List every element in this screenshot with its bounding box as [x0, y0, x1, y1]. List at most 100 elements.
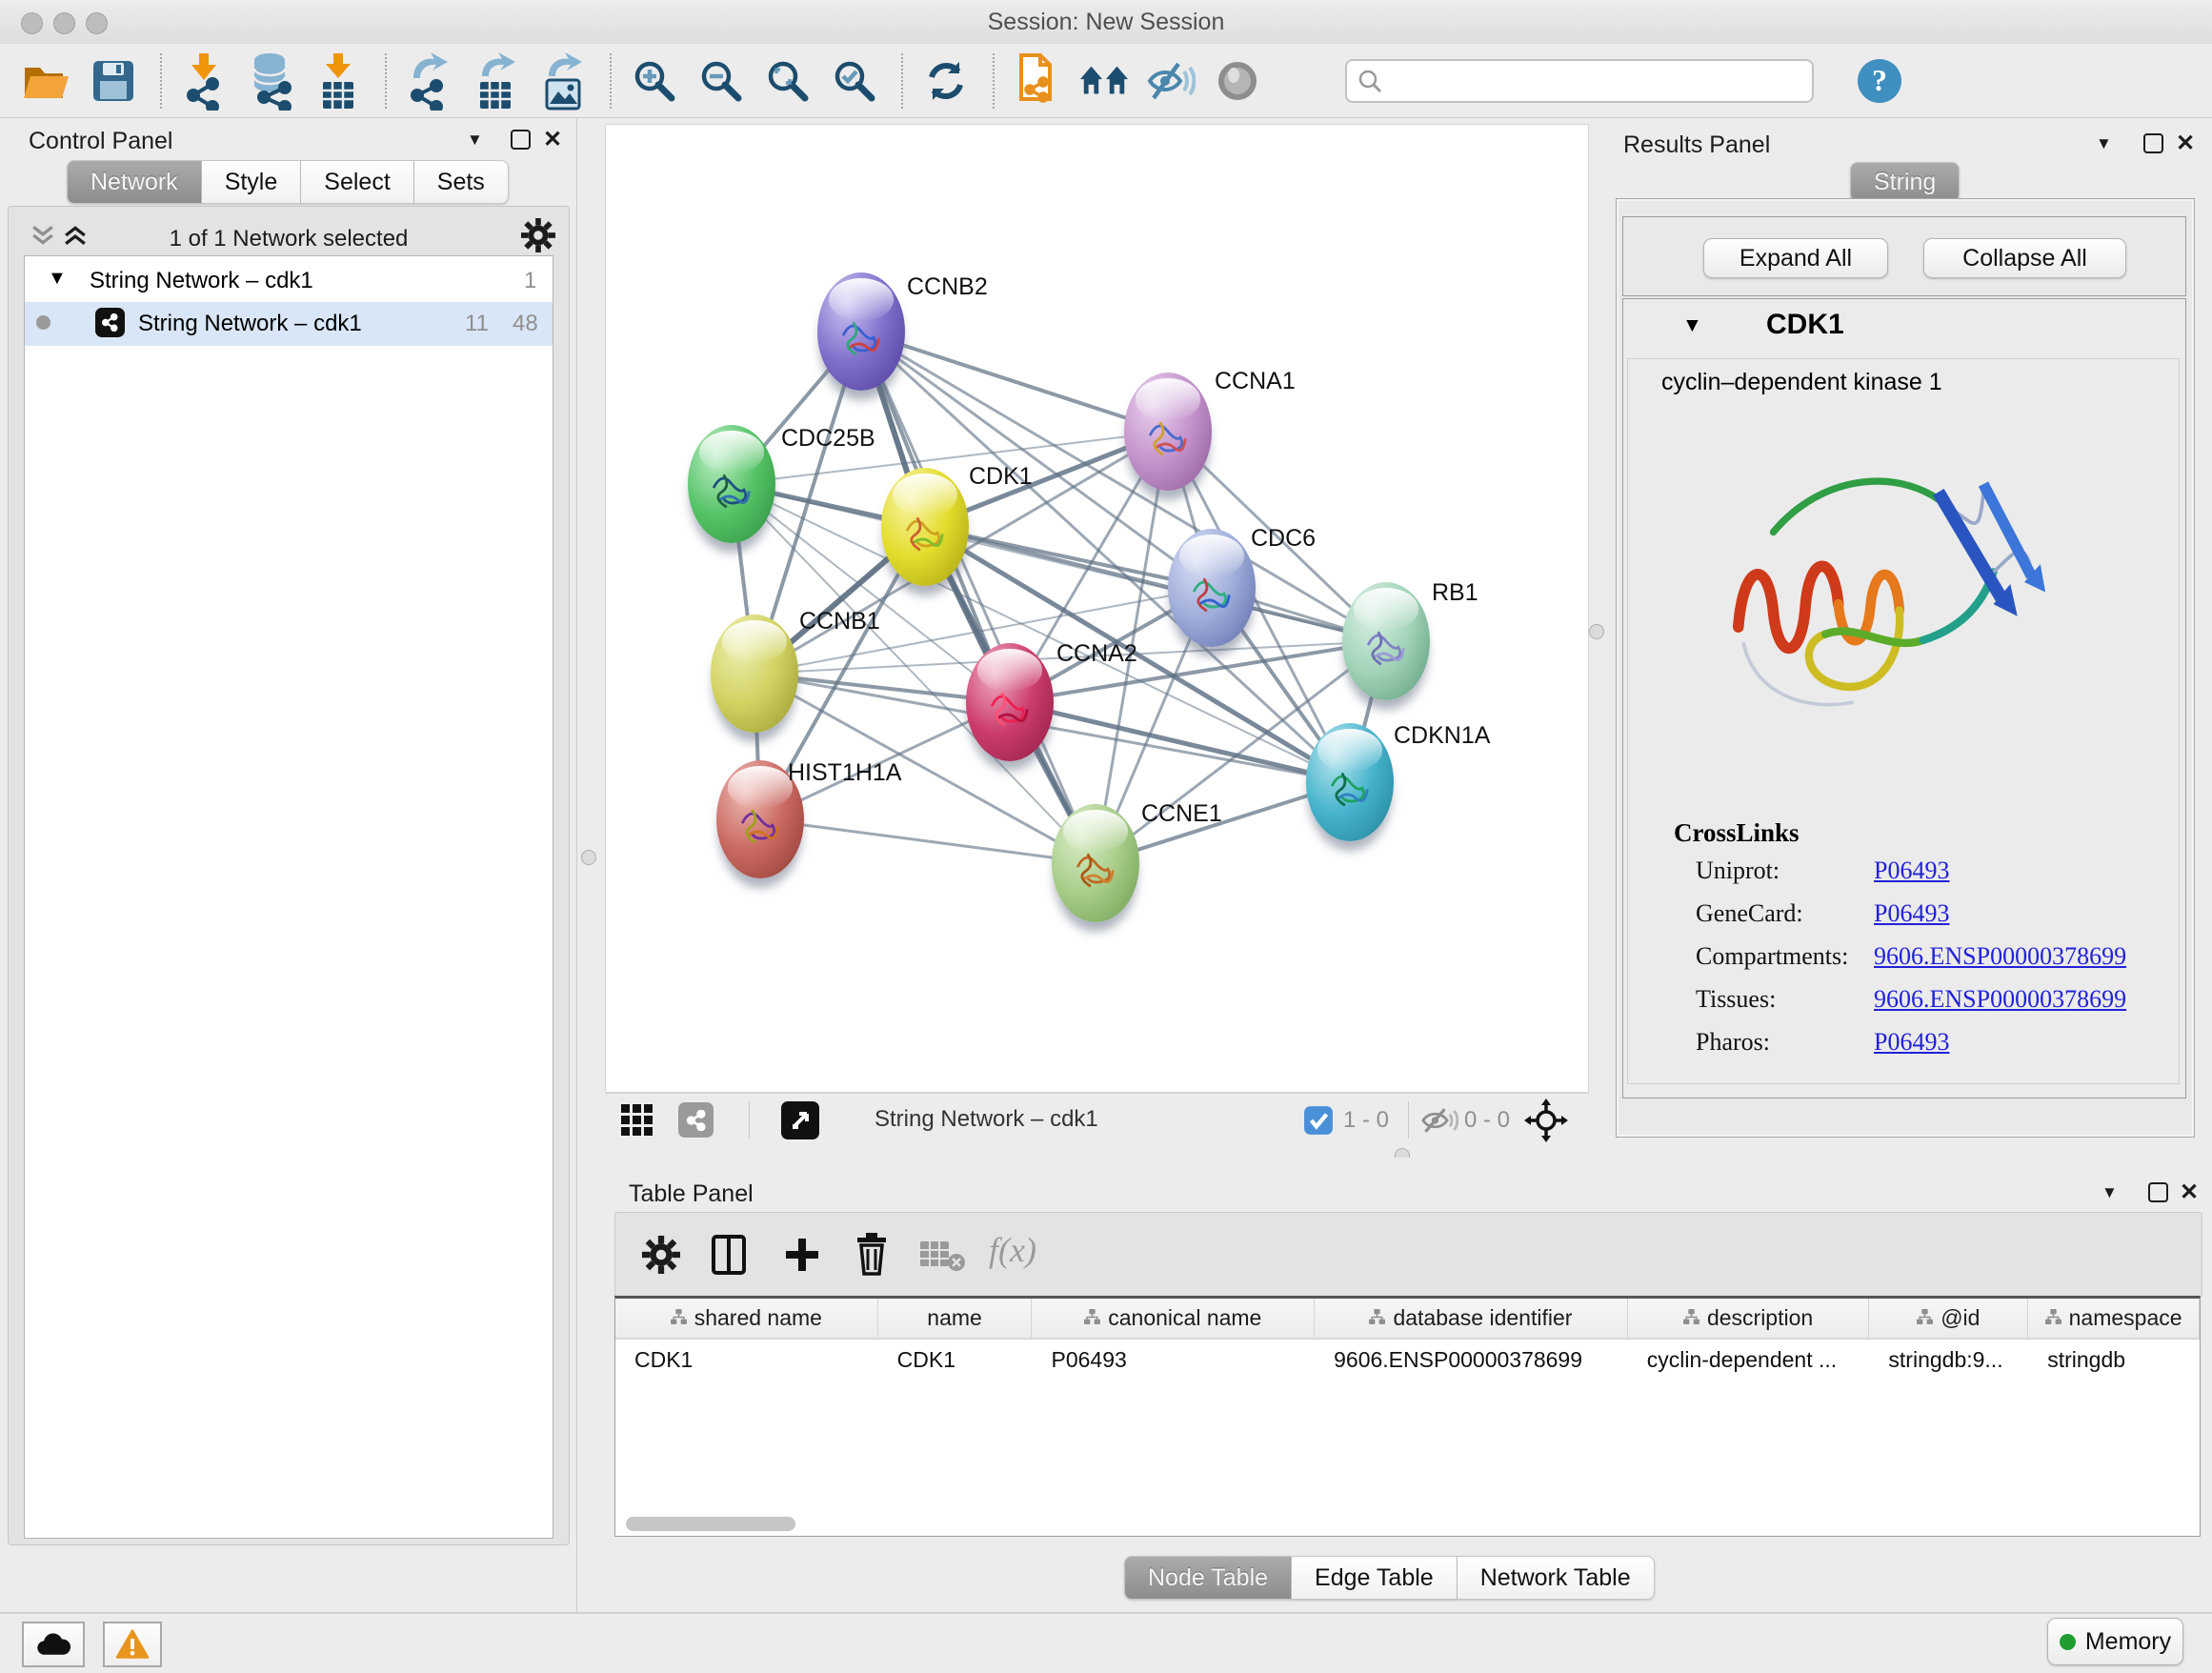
- tab-string[interactable]: String: [1850, 162, 1960, 202]
- results-panel: Results Panel ▼ ✕ String Expand All Coll…: [1610, 118, 2212, 1158]
- column-header-description[interactable]: description: [1628, 1299, 1870, 1338]
- results-panel-dropdown-icon[interactable]: ▼: [2096, 134, 2112, 153]
- table-cell[interactable]: stringdb:9...: [1869, 1340, 2028, 1381]
- results-panel-tabs: String: [1850, 162, 1960, 202]
- network-node-cdc25b[interactable]: [688, 425, 775, 543]
- import-table-file-icon[interactable]: [312, 51, 364, 111]
- table-cell[interactable]: CDK1: [615, 1340, 878, 1381]
- table-panel-close-icon[interactable]: ✕: [2180, 1179, 2199, 1206]
- network-node-cdkn1a[interactable]: [1306, 723, 1394, 841]
- network-node-cdk1[interactable]: [881, 468, 969, 586]
- network-node-rb1[interactable]: [1342, 582, 1430, 700]
- string-homes-icon[interactable]: [1078, 51, 1130, 111]
- table-cell[interactable]: cyclin-dependent ...: [1628, 1340, 1870, 1381]
- network-options-gear-icon[interactable]: [521, 218, 555, 252]
- delete-column-icon[interactable]: [854, 1232, 890, 1276]
- cloud-status-button[interactable]: [22, 1622, 85, 1667]
- network-view[interactable]: CCNB2CCNA1CDC25BCDK1CDC6RB1CCNB1CCNA2CDK…: [605, 124, 1589, 1093]
- tab-style[interactable]: Style: [202, 160, 302, 204]
- network-share-icon[interactable]: [678, 1102, 714, 1138]
- search-input[interactable]: [1383, 67, 1787, 95]
- table-cell[interactable]: CDK1: [878, 1340, 1033, 1381]
- column-header--id[interactable]: @id: [1869, 1299, 2028, 1338]
- network-node-cdc6[interactable]: [1168, 529, 1256, 647]
- network-node-ccne1[interactable]: [1052, 804, 1139, 922]
- column-type-icon: [1369, 1305, 1385, 1331]
- left-splitter-handle[interactable]: [581, 850, 596, 865]
- zoom-out-icon[interactable]: [695, 51, 747, 111]
- help-icon[interactable]: ?: [1854, 51, 1905, 111]
- control-panel-close-icon[interactable]: ✕: [543, 126, 562, 153]
- tab-edge-table[interactable]: Edge Table: [1292, 1556, 1458, 1600]
- show-columns-icon[interactable]: [711, 1234, 747, 1276]
- create-column-icon[interactable]: [783, 1236, 821, 1274]
- detail-lens-icon[interactable]: [1212, 51, 1263, 111]
- export-network-icon[interactable]: [404, 51, 455, 111]
- table-options-gear-icon[interactable]: [642, 1236, 680, 1274]
- column-header-name[interactable]: name: [878, 1299, 1033, 1338]
- network-node-ccnb2[interactable]: [817, 272, 905, 391]
- collection-expand-icon[interactable]: ▼: [48, 268, 67, 290]
- search-box: [1345, 59, 1814, 103]
- tab-node-table[interactable]: Node Table: [1124, 1556, 1292, 1600]
- export-table-icon[interactable]: [471, 51, 522, 111]
- crosslink-value[interactable]: 9606.ENSP00000378699: [1874, 985, 2126, 1014]
- expand-all-button[interactable]: Expand All: [1703, 238, 1888, 278]
- column-header-canonical-name[interactable]: canonical name: [1032, 1299, 1315, 1338]
- zoom-fit-icon[interactable]: [762, 51, 814, 111]
- right-splitter-handle[interactable]: [1589, 624, 1604, 639]
- tab-select[interactable]: Select: [301, 160, 413, 204]
- save-session-icon[interactable]: [88, 51, 139, 111]
- crosslink-value[interactable]: P06493: [1874, 1028, 1949, 1057]
- collapse-all-button[interactable]: Collapse All: [1923, 238, 2126, 278]
- tab-network-table[interactable]: Network Table: [1458, 1556, 1655, 1600]
- table-cell[interactable]: stringdb: [2028, 1340, 2200, 1381]
- grid-view-icon[interactable]: [619, 1103, 655, 1138]
- import-network-file-icon[interactable]: [179, 51, 231, 111]
- open-in-new-window-icon[interactable]: [781, 1101, 819, 1139]
- control-panel-float-icon[interactable]: [511, 130, 531, 150]
- crosslink-value[interactable]: P06493: [1874, 899, 1949, 928]
- protein-structure-thumbnail: [701, 454, 762, 524]
- table-panel-float-icon[interactable]: [2148, 1182, 2168, 1202]
- tab-network[interactable]: Network: [67, 160, 202, 204]
- gene-collapse-icon[interactable]: ▼: [1682, 314, 1702, 337]
- protein-structure-thumbnail: [831, 301, 892, 372]
- warning-status-button[interactable]: [103, 1622, 162, 1667]
- node-label-cdc25b: CDC25B: [781, 425, 875, 453]
- table-tabs: Node Table Edge Table Network Table: [1124, 1556, 1655, 1600]
- selected-checkbox-icon[interactable]: [1303, 1105, 1334, 1136]
- horizontal-scrollbar[interactable]: [626, 1517, 795, 1531]
- control-panel-dropdown-icon[interactable]: ▼: [467, 131, 483, 150]
- table-cell[interactable]: 9606.ENSP00000378699: [1315, 1340, 1628, 1381]
- crosslink-value[interactable]: 9606.ENSP00000378699: [1874, 942, 2126, 971]
- zoom-selected-icon[interactable]: [829, 51, 880, 111]
- network-node-ccnb1[interactable]: [711, 615, 798, 733]
- results-panel-float-icon[interactable]: [2143, 133, 2163, 153]
- network-node-ccna1[interactable]: [1124, 373, 1212, 491]
- memory-status-icon: [2060, 1634, 2076, 1650]
- column-header-namespace[interactable]: namespace: [2028, 1299, 2200, 1338]
- memory-button[interactable]: Memory: [2047, 1618, 2183, 1665]
- open-session-icon[interactable]: [21, 51, 72, 111]
- table-cell[interactable]: P06493: [1032, 1340, 1315, 1381]
- refresh-icon[interactable]: [920, 51, 972, 111]
- network-node-ccna2[interactable]: [966, 643, 1054, 761]
- network-collection-row[interactable]: ▼ String Network – cdk1 1: [25, 260, 553, 302]
- column-header-shared-name[interactable]: shared name: [615, 1299, 878, 1338]
- network-row-selected[interactable]: String Network – cdk1 11 48: [25, 302, 553, 346]
- import-network-database-icon[interactable]: [246, 51, 297, 111]
- birdseye-navigator-icon[interactable]: [1524, 1099, 1568, 1142]
- hide-graphics-eye-icon[interactable]: [1145, 51, 1196, 111]
- export-image-icon[interactable]: [537, 51, 589, 111]
- tab-sets[interactable]: Sets: [414, 160, 509, 204]
- column-header-database-identifier[interactable]: database identifier: [1315, 1299, 1628, 1338]
- import-string-network-icon[interactable]: [1012, 51, 1063, 111]
- hidden-eye-icon[interactable]: [1420, 1105, 1458, 1136]
- table-row[interactable]: CDK1CDK1P064939606.ENSP00000378699cyclin…: [615, 1340, 2200, 1381]
- table-panel-dropdown-icon[interactable]: ▼: [2101, 1183, 2118, 1202]
- crosslink-label: GeneCard:: [1696, 899, 1803, 928]
- zoom-in-icon[interactable]: [629, 51, 680, 111]
- results-panel-close-icon[interactable]: ✕: [2176, 130, 2195, 157]
- crosslink-value[interactable]: P06493: [1874, 857, 1949, 885]
